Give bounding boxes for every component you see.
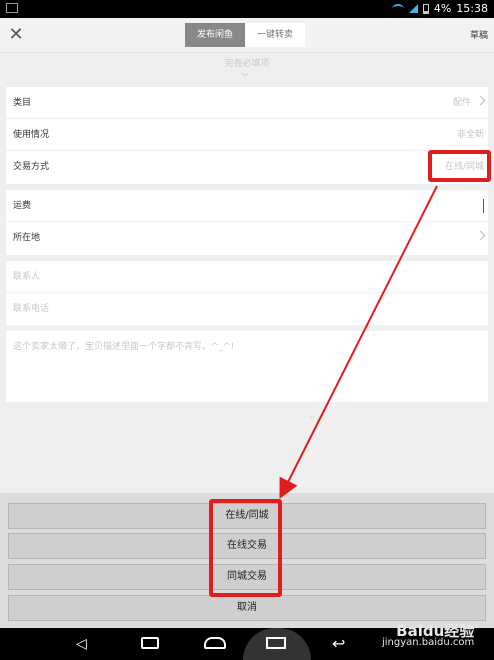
screenshot-icon[interactable]	[266, 637, 286, 649]
back-icon[interactable]: ↩	[332, 636, 345, 652]
recent-apps-icon[interactable]	[141, 637, 159, 649]
annotation-arrow	[279, 185, 438, 499]
watermark-url: jingyan.baidu.com	[382, 637, 475, 648]
home-icon[interactable]	[204, 637, 226, 649]
volume-down-icon[interactable]: ◁	[76, 636, 87, 652]
baidu-watermark: Baidu经验 jingyan.baidu.com	[382, 622, 475, 649]
baidu-logo: Baidu经验	[396, 622, 475, 640]
